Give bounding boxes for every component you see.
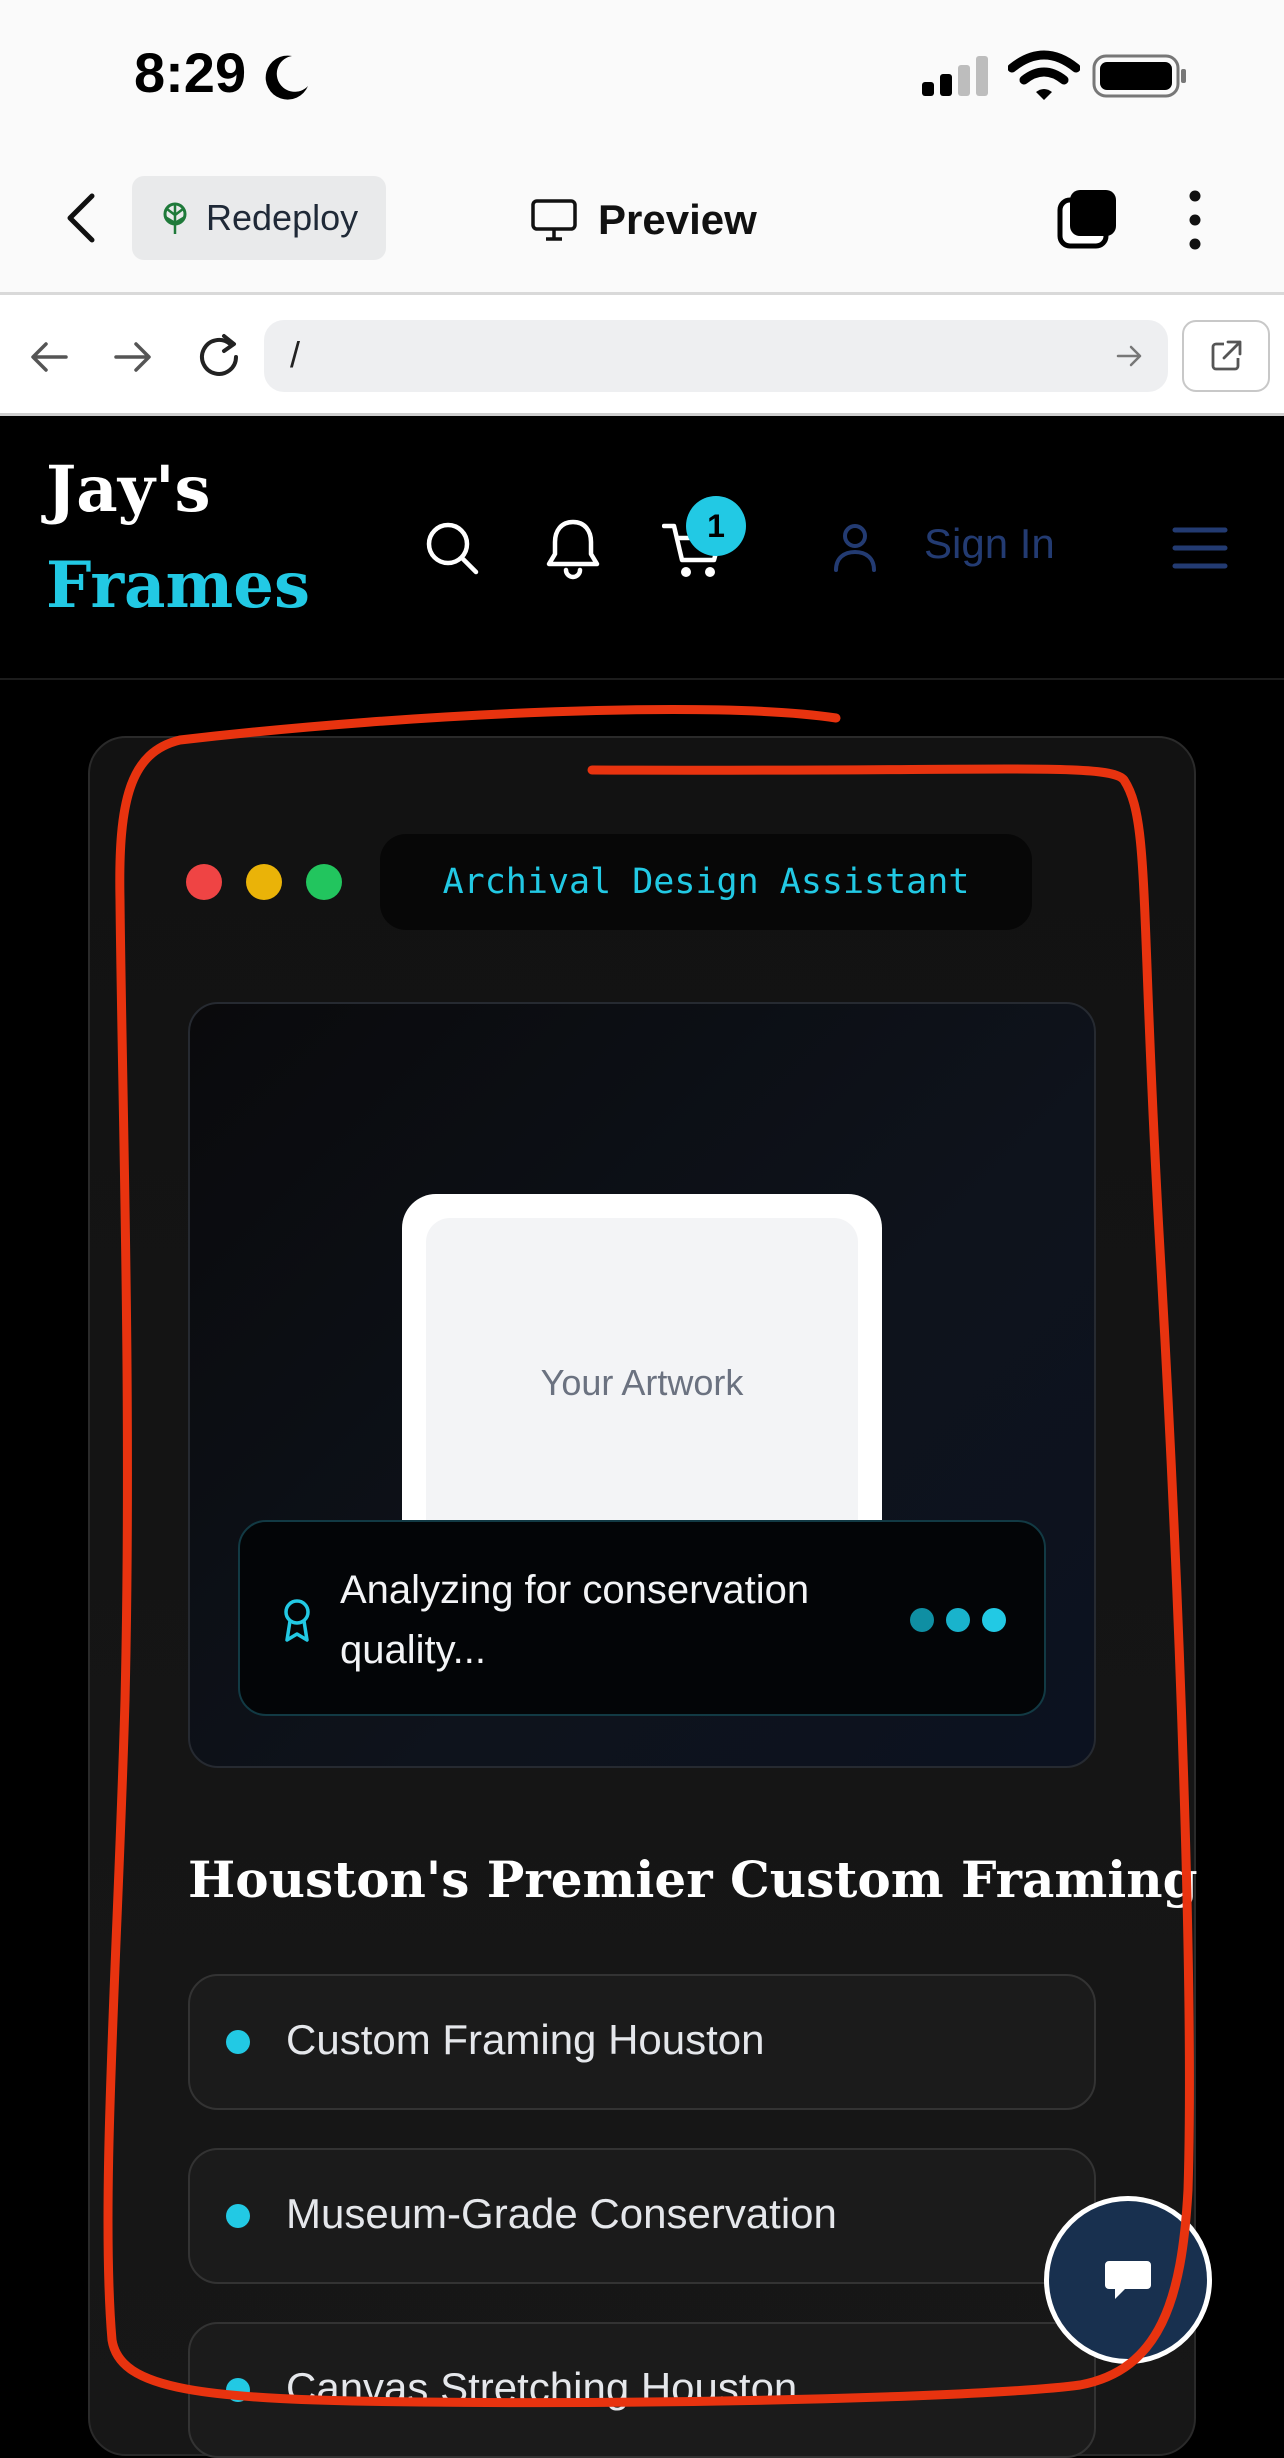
logo-text-frames[interactable]: Frames (46, 548, 310, 623)
chat-button[interactable] (1044, 2196, 1212, 2364)
redeploy-label: Redeploy (206, 197, 359, 238)
preview-title: Preview (530, 192, 757, 248)
status-time: 8:29 (134, 41, 247, 104)
open-external-button[interactable] (1182, 320, 1270, 392)
redeploy-icon (163, 202, 187, 234)
loading-dot (910, 1608, 934, 1632)
feature-bullet (226, 2204, 250, 2228)
bell-icon[interactable] (544, 516, 602, 580)
window-dot-red (186, 864, 222, 900)
battery-icon (1092, 54, 1186, 98)
url-input[interactable]: / (264, 320, 1168, 392)
user-icon[interactable] (832, 522, 878, 572)
feature-label: Museum-Grade Conservation (286, 2190, 837, 2237)
assistant-title: Archival Design Assistant (442, 862, 970, 902)
url-text: / (290, 334, 301, 375)
feature-label: Canvas Stretching Houston (286, 2364, 798, 2411)
chevron-left-icon[interactable] (60, 192, 104, 244)
arrow-right-icon[interactable] (1114, 340, 1146, 372)
more-vertical-icon[interactable] (1180, 188, 1210, 252)
arrow-right-icon[interactable] (110, 334, 156, 380)
reload-icon[interactable] (194, 332, 244, 382)
feature-label: Custom Framing Houston (286, 2016, 765, 2063)
feature-bullet (226, 2378, 250, 2402)
monitor-icon (531, 199, 577, 241)
window-dot-yellow (246, 864, 282, 900)
search-icon[interactable] (424, 520, 480, 576)
tabs-icon[interactable] (1056, 188, 1118, 250)
assistant-title-pill: Archival Design Assistant (380, 834, 1032, 930)
signal-icon (922, 56, 988, 96)
window-dot-green (306, 864, 342, 900)
redeploy-button[interactable]: Redeploy (132, 176, 386, 260)
feature-bullet (226, 2030, 250, 2054)
artwork-placeholder-label: Your Artwork (540, 1362, 744, 1403)
loading-dot (946, 1608, 970, 1632)
section-title: Houston's Premier Custom Framing (188, 1850, 1198, 1909)
cart-count-badge: 1 (686, 496, 746, 556)
menu-icon[interactable] (1172, 526, 1228, 570)
sign-in-link[interactable]: Sign In (924, 520, 1055, 568)
logo-text-jays[interactable]: Jay's (46, 452, 211, 527)
moon-icon (265, 55, 308, 100)
open-external-icon (1211, 340, 1242, 371)
loading-dot (982, 1608, 1006, 1632)
arrow-left-icon[interactable] (26, 334, 72, 380)
wifi-icon (1008, 50, 1080, 100)
analysis-status-text: Analyzing for conservation quality... (340, 1568, 810, 1672)
award-icon (284, 1599, 310, 1642)
preview-label: Preview (598, 196, 757, 243)
chat-icon (1105, 2261, 1151, 2299)
